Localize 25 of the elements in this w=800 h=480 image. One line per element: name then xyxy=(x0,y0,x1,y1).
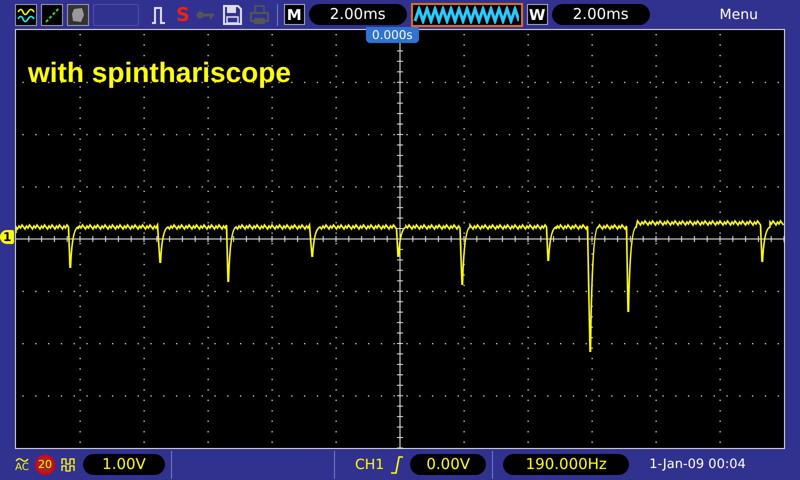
window-timebase-label: W xyxy=(526,4,548,25)
trigger-source-label: CH1 xyxy=(355,456,384,472)
rising-edge-icon xyxy=(390,456,404,474)
date-time: 1-Jan-09 00:04 xyxy=(649,457,746,472)
trigger-level-value: 0.00V xyxy=(410,454,486,475)
square-wave-icon xyxy=(61,458,77,472)
save-mark: S xyxy=(176,4,190,24)
frequency-value: 190.000Hz xyxy=(503,454,630,475)
coupling-label: AC xyxy=(15,462,29,472)
menu-button[interactable]: Menu xyxy=(720,6,758,22)
volts-per-div-value: 1.00V xyxy=(83,454,165,475)
annotation-text: with spinthariscope xyxy=(28,57,291,89)
empty-panel xyxy=(93,4,139,26)
bandwidth-limit-badge: 20 xyxy=(35,454,55,474)
main-timebase-value: 2.00ms xyxy=(308,4,407,25)
window-timebase-value: 2.00ms xyxy=(552,4,650,25)
trigger-position-marker[interactable]: 0.000s xyxy=(366,27,419,43)
save-icon[interactable] xyxy=(222,4,242,24)
blob-shape-icon[interactable] xyxy=(67,4,89,26)
channel-marker[interactable]: 1 xyxy=(0,230,14,244)
main-timebase-label: M xyxy=(284,4,305,25)
xy-dots-icon[interactable] xyxy=(41,4,63,26)
channels-wave-icon[interactable] xyxy=(15,4,37,26)
zoom-window-wave-icon[interactable] xyxy=(410,2,523,26)
ac-wave-icon xyxy=(15,456,29,462)
